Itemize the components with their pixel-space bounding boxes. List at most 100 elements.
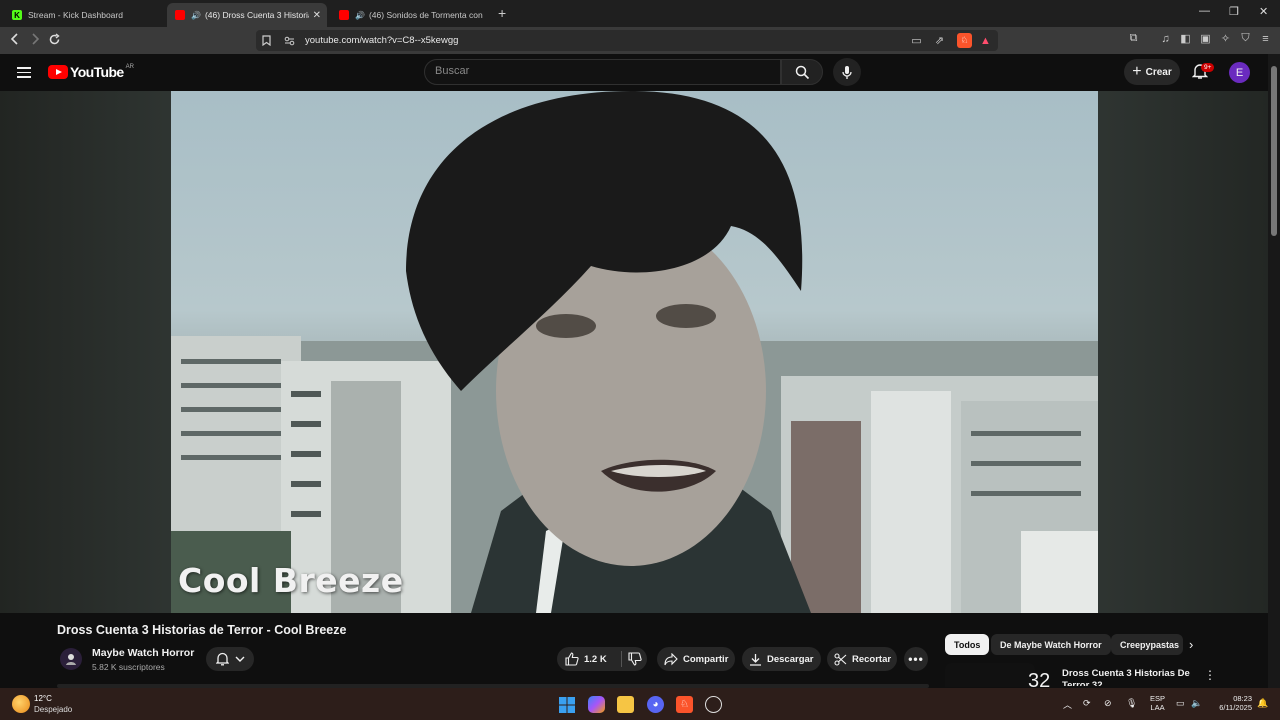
chevron-down-icon — [235, 656, 244, 662]
next-video-title[interactable]: Dross Cuenta 3 Historias De Terror 32 — [1062, 668, 1190, 686]
account-avatar[interactable]: E — [1229, 62, 1250, 83]
menu-icon[interactable]: ≡ — [1259, 32, 1272, 45]
speaker-icon: 🔊 — [355, 10, 365, 20]
search-button[interactable] — [781, 59, 823, 85]
brave-shields-icon[interactable]: ♘ — [957, 33, 972, 48]
dislike-button[interactable] — [628, 652, 647, 666]
back-icon[interactable] — [10, 33, 20, 48]
more-horizontal-icon: ••• — [908, 652, 924, 666]
next-video-thumbnail[interactable] — [945, 663, 1035, 687]
clock-date: 6/11/2025 — [1219, 703, 1252, 712]
voice-search-button[interactable] — [833, 58, 861, 86]
obs-icon[interactable] — [705, 696, 722, 713]
youtube-wordmark: YouTube — [70, 64, 124, 80]
file-explorer-icon[interactable] — [617, 696, 634, 713]
share-page-icon[interactable]: ⇗ — [933, 34, 946, 47]
sync-icon[interactable]: ⟳ — [1083, 698, 1091, 709]
search-icon — [795, 65, 809, 79]
keyboard-layout: LAA — [1150, 703, 1165, 712]
forward-icon[interactable] — [30, 33, 40, 48]
video-player[interactable]: Cool Breeze — [171, 91, 1098, 613]
video-frame-illustration — [171, 91, 1098, 613]
like-count: 1.2 K — [584, 653, 607, 665]
show-hidden-icons[interactable]: ︿ — [1063, 698, 1072, 711]
clock-time: 08:23 — [1233, 694, 1252, 703]
sidebar-toggle-icon[interactable]: ◧ — [1179, 32, 1192, 45]
weather-temperature: 12°C — [34, 694, 52, 703]
input-language[interactable]: ESP LAA — [1150, 694, 1165, 712]
thumbs-down-icon — [628, 652, 642, 666]
leo-ai-icon[interactable]: ✧ — [1219, 32, 1232, 45]
bookmark-icon[interactable] — [260, 34, 273, 47]
copilot-icon[interactable] — [588, 696, 605, 713]
scrollbar-thumb[interactable] — [1271, 66, 1277, 236]
create-button[interactable]: + Crear — [1124, 59, 1180, 85]
maximize-icon[interactable]: ❐ — [1229, 5, 1239, 18]
browser-tab-bar: K Stream - Kick Dashboard 🔊 (46) Dross C… — [0, 0, 1280, 27]
url-bar[interactable]: youtube.com/watch?v=C8--x5kewgg ▭ ⇗ ♘ ▲ — [256, 30, 998, 51]
like-divider — [621, 651, 622, 667]
search-box — [424, 59, 781, 85]
hamburger-menu-icon[interactable] — [17, 67, 31, 78]
more-actions-button[interactable]: ••• — [904, 647, 928, 671]
chevron-right-icon[interactable]: › — [1189, 637, 1193, 652]
youtube-icon — [339, 10, 349, 20]
picture-in-picture-icon[interactable]: ⧉ — [1127, 32, 1140, 45]
brave-browser-icon[interactable]: ♘ — [676, 696, 693, 713]
channel-avatar[interactable] — [60, 648, 82, 670]
video-caption-overlay: Cool Breeze — [178, 561, 404, 600]
tab-dross-video[interactable]: 🔊 (46) Dross Cuenta 3 Historias ✕ — [167, 3, 327, 27]
system-clock[interactable]: 08:23 6/11/2025 — [1212, 694, 1252, 712]
tray-microphone-icon[interactable]: 🎙 — [1126, 698, 1137, 709]
media-icon[interactable]: ♫ — [1159, 32, 1172, 45]
tab-label: (46) Sonidos de Tormenta con Ar — [368, 10, 483, 20]
tab-kick-dashboard[interactable]: K Stream - Kick Dashboard — [4, 3, 164, 27]
tab-label: Stream - Kick Dashboard — [28, 10, 123, 20]
brave-rewards-icon[interactable]: ▲ — [979, 34, 992, 47]
youtube-logo[interactable]: YouTube AR — [48, 64, 134, 80]
weather-icon[interactable] — [12, 695, 30, 713]
notification-count-badge: 9+ — [1201, 63, 1215, 72]
url-text: youtube.com/watch?v=C8--x5kewgg — [305, 35, 459, 46]
chip-creepypastas[interactable]: Creepypastas — [1111, 634, 1183, 655]
notification-center-icon[interactable]: 🔔 — [1257, 698, 1268, 709]
reload-icon[interactable] — [48, 33, 61, 49]
search-input[interactable] — [435, 65, 765, 77]
wallet-icon[interactable]: ▣ — [1199, 32, 1212, 45]
share-button[interactable]: Compartir — [657, 647, 735, 671]
windows-taskbar: 12°C Despejado ◕ ♘ ︿ ⟳ ⊘ 🎙 ESP LAA ▭ 🔈 0… — [0, 688, 1280, 720]
windows-start-icon[interactable] — [558, 696, 575, 713]
tab-sonidos-tormenta[interactable]: 🔊 (46) Sonidos de Tormenta con Ar — [331, 3, 491, 27]
chip-from-channel[interactable]: De Maybe Watch Horror — [991, 634, 1111, 655]
new-tab-button[interactable]: + — [498, 5, 506, 21]
subscriber-count: 5.82 K suscriptores — [92, 662, 165, 672]
clip-button[interactable]: Recortar — [827, 647, 897, 671]
network-off-icon[interactable]: ⊘ — [1104, 698, 1112, 709]
clip-label: Recortar — [852, 653, 892, 665]
close-window-icon[interactable]: ✕ — [1259, 5, 1268, 18]
vpn-icon[interactable]: ⛉ — [1239, 32, 1252, 45]
volume-icon[interactable]: 🔈 — [1191, 698, 1202, 709]
kick-icon: K — [12, 10, 22, 20]
youtube-header: YouTube AR + Crear 9+ E — [0, 54, 1268, 91]
minimize-icon[interactable]: — — [1199, 5, 1210, 17]
weather-description: Despejado — [34, 705, 73, 714]
close-tab-icon[interactable]: ✕ — [313, 10, 321, 21]
share-label: Compartir — [683, 653, 729, 665]
download-button[interactable]: Descargar — [742, 647, 821, 671]
language-code: ESP — [1150, 694, 1166, 703]
browser-address-bar: youtube.com/watch?v=C8--x5kewgg ▭ ⇗ ♘ ▲ … — [0, 27, 1280, 54]
like-button[interactable]: 1.2 K — [565, 652, 621, 666]
chip-todos[interactable]: Todos — [945, 634, 990, 655]
subscription-notifications-button[interactable] — [206, 647, 254, 671]
cast-icon[interactable]: ▭ — [910, 34, 923, 47]
site-info-icon[interactable] — [283, 34, 296, 47]
more-vertical-icon[interactable]: ⋮ — [1204, 668, 1216, 682]
thumbs-up-icon — [565, 652, 579, 666]
discord-icon[interactable]: ◕ — [647, 696, 664, 713]
create-label: Crear — [1145, 66, 1172, 78]
youtube-icon — [175, 10, 185, 20]
channel-name[interactable]: Maybe Watch Horror — [92, 647, 194, 659]
display-icon[interactable]: ▭ — [1176, 698, 1185, 709]
page-scrollbar[interactable] — [1268, 54, 1280, 688]
